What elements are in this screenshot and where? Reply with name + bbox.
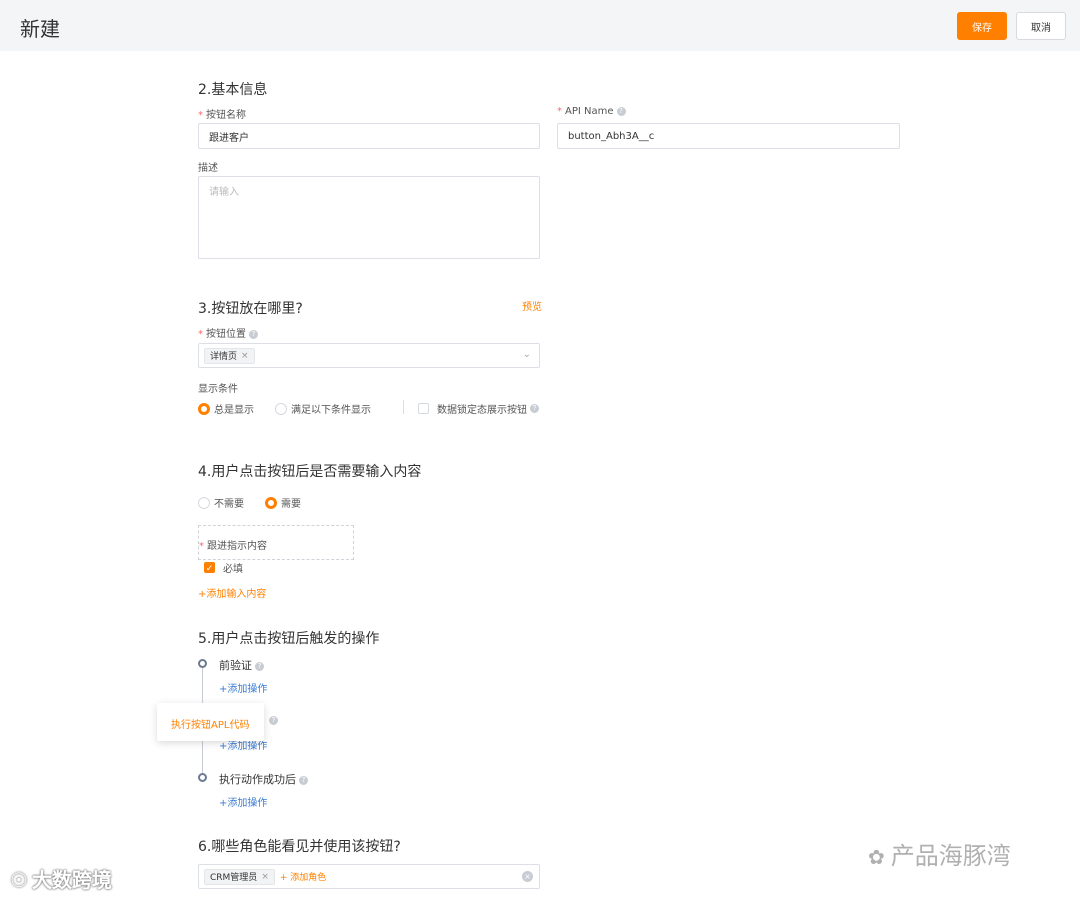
preview-link[interactable]: 预览 (522, 298, 542, 313)
section-input-heading: 4.用户点击按钮后是否需要输入内容 (198, 464, 422, 480)
save-button[interactable]: 保存 (957, 12, 1007, 40)
remove-tag-icon[interactable]: × (241, 351, 249, 361)
radio-icon[interactable] (198, 496, 210, 509)
divider (403, 400, 404, 414)
watermark-logo-left: ☉ 大数跨境 (10, 868, 112, 892)
api-name-label: * API Name? (557, 106, 626, 117)
check-icon[interactable]: ✓ (204, 562, 215, 573)
button-position-label: * 按钮位置? (198, 325, 258, 340)
help-icon[interactable]: ? (269, 715, 278, 725)
clear-icon[interactable]: × (522, 871, 533, 882)
radio-icon[interactable] (275, 402, 287, 415)
watermark-logo: ✿ 产品海豚湾 (868, 842, 1011, 870)
radio-selected-icon[interactable] (265, 496, 277, 509)
action-dropdown-popup: 执行按钮APL代码 (157, 703, 264, 741)
chevron-down-icon[interactable]: ⌄ (523, 349, 531, 360)
radio-need-input[interactable]: 需要 (265, 495, 301, 510)
description-label: 描述 (198, 163, 218, 174)
add-action-link-3[interactable]: +添加操作 (219, 794, 267, 809)
section-roles-heading: 6.哪些角色能看见并使用该按钮? (198, 839, 401, 855)
add-action-link-1[interactable]: +添加操作 (219, 680, 267, 695)
timeline-dot (198, 659, 207, 668)
button-name-label: * 按钮名称 (198, 110, 246, 121)
step2-help: ? (266, 715, 278, 726)
section-basic-info-heading: 2.基本信息 (198, 82, 268, 98)
help-icon[interactable]: ? (616, 106, 626, 116)
remove-tag-icon[interactable]: × (261, 872, 269, 882)
checkbox-icon[interactable] (418, 403, 429, 414)
pre-validation-label: 前验证? (219, 657, 264, 673)
wechat-icon: ✿ (868, 845, 885, 869)
description-textarea[interactable]: 请输入 (198, 176, 540, 259)
add-role-link[interactable]: + 添加角色 (280, 870, 326, 883)
watermark-icon: ☉ (10, 868, 28, 892)
follow-content-label: * 跟进指示内容 (199, 541, 267, 552)
radio-conditional-show[interactable]: 满足以下条件显示 (275, 401, 371, 416)
lock-state-checkbox[interactable]: 数据锁定态展示按钮? (418, 401, 539, 416)
position-tag: 详情页 × (204, 347, 255, 364)
help-icon[interactable]: ? (249, 329, 258, 339)
button-position-select[interactable]: 详情页 × ⌄ (198, 343, 540, 368)
radio-no-input[interactable]: 不需要 (198, 495, 244, 510)
roles-select[interactable]: CRM管理员 × + 添加角色 × (198, 864, 540, 889)
help-icon[interactable]: ? (299, 775, 308, 785)
top-bar: 新建 保存 取消 (0, 0, 1080, 51)
help-icon[interactable]: ? (255, 661, 264, 671)
section-placement-heading: 3.按钮放在哪里? (198, 301, 303, 317)
role-tag: CRM管理员 × (204, 868, 275, 885)
apl-code-option[interactable]: 执行按钮APL代码 (171, 716, 249, 731)
add-input-link[interactable]: +添加输入内容 (198, 585, 266, 600)
help-icon[interactable]: ? (530, 404, 539, 413)
api-name-input[interactable]: button_Abh3A__c (557, 123, 900, 149)
page-title: 新建 (20, 19, 60, 41)
radio-selected-icon[interactable] (198, 402, 210, 415)
display-condition-label: 显示条件 (198, 384, 238, 395)
timeline-dot (198, 773, 207, 782)
button-name-input[interactable]: 跟进客户 (198, 123, 540, 149)
section-actions-heading: 5.用户点击按钮后触发的操作 (198, 631, 380, 647)
after-success-label: 执行动作成功后? (219, 771, 308, 787)
radio-always-show[interactable]: 总是显示 (198, 401, 254, 416)
cancel-button[interactable]: 取消 (1016, 12, 1066, 40)
required-checkbox[interactable]: ✓ 必填 (204, 560, 243, 575)
